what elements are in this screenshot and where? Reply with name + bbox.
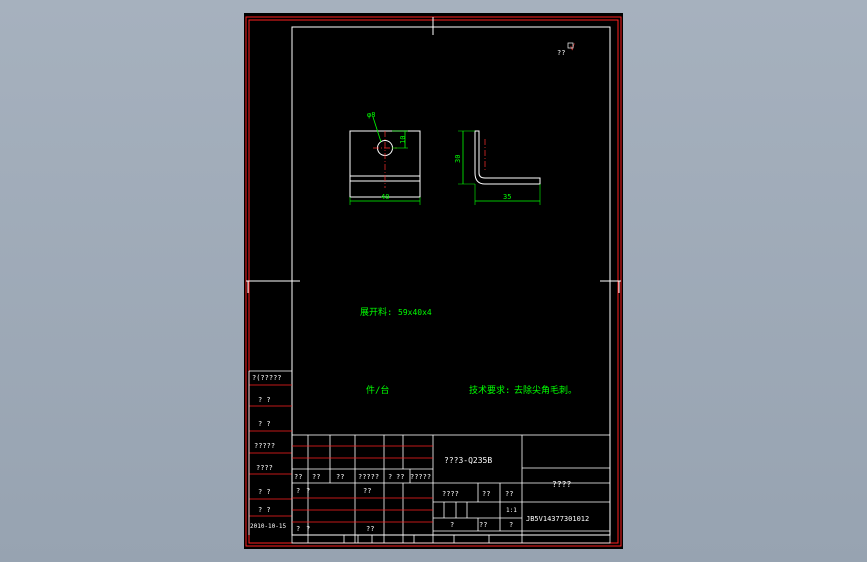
blank-size-label: 展开料: [360, 306, 392, 318]
roughness-symbol: √ [570, 43, 575, 52]
left-strip: ?(????? ? ? ? ? ????? ???? ? ? ? ? 2010-… [248, 370, 292, 535]
tb-scale: 1:1 [506, 507, 517, 514]
strip-row-2: ? ? [258, 396, 271, 404]
inner-border [248, 19, 619, 544]
outer-border [245, 16, 622, 547]
strip-row-7: ? ? [258, 506, 271, 514]
dim-10-label: 10 [399, 136, 407, 144]
tb-head-3: ?? [336, 473, 344, 481]
hole-leader [372, 116, 382, 143]
strip-row-5: ???? [256, 464, 273, 472]
tb-head-5: ? [388, 473, 392, 481]
tb-sign-2: ?? [363, 487, 371, 495]
tb-head-4: ????? [358, 473, 379, 481]
tb-bottom-2: ?? [479, 521, 487, 529]
side-view: 30 35 [454, 130, 541, 205]
tb-sign-4: ?? [366, 525, 374, 533]
angle-profile [474, 130, 541, 185]
tb-sign-3: ? [296, 525, 300, 533]
tb-head-7: ????? [410, 473, 431, 481]
tech-req-value: 去除尖角毛刺。 [514, 384, 577, 396]
tb-mid-1: ???? [442, 490, 459, 498]
strip-row-1: ?(????? [252, 374, 282, 382]
tb-bottom-1: ? [450, 521, 454, 529]
dim-35-label: 35 [503, 193, 511, 201]
strip-date: 2010-10-15 [250, 523, 287, 530]
drawing-sheet: ?? √ φ8 10 40 30 35 展开料: 59x40x4 件/台 技术要… [244, 13, 623, 549]
quantity-note: 件/台 [366, 384, 389, 396]
strip-row-3: ? ? [258, 420, 271, 428]
tb-head-2: ?? [312, 473, 320, 481]
corner-mark-text: ?? [557, 49, 565, 57]
tech-req-label: 技术要求: [469, 384, 510, 396]
tb-head-1: ?? [294, 473, 302, 481]
tb-mid-3: ?? [505, 490, 513, 498]
tb-material: ???3-Q235B [444, 456, 492, 465]
tb-bottom-3: ? [509, 521, 513, 529]
tb-sign-3b: ? [306, 525, 310, 533]
title-block-text: ?? ?? ?? ????? ? ?? ????? ? ? ?? ? ? ?? … [294, 456, 589, 533]
tb-sign-1b: ? [306, 487, 310, 495]
front-view: φ8 10 40 [349, 111, 421, 205]
blank-size-value: 59x40x4 [398, 308, 432, 317]
tb-mid-2: ?? [482, 490, 490, 498]
strip-row-4: ????? [254, 442, 275, 450]
tb-sign-1: ? [296, 487, 300, 495]
dim-30-label: 30 [454, 155, 462, 163]
strip-row-6: ? ? [258, 488, 271, 496]
dim-40-label: 40 [381, 193, 389, 201]
hole-dim-label: φ8 [367, 111, 375, 119]
cad-drawing-canvas: ?? √ φ8 10 40 30 35 展开料: 59x40x4 件/台 技术要… [245, 16, 622, 547]
tb-drawing-number: JB5V14377301012 [526, 515, 589, 523]
tb-head-6: ?? [396, 473, 404, 481]
tb-part-name: ???? [552, 480, 571, 489]
